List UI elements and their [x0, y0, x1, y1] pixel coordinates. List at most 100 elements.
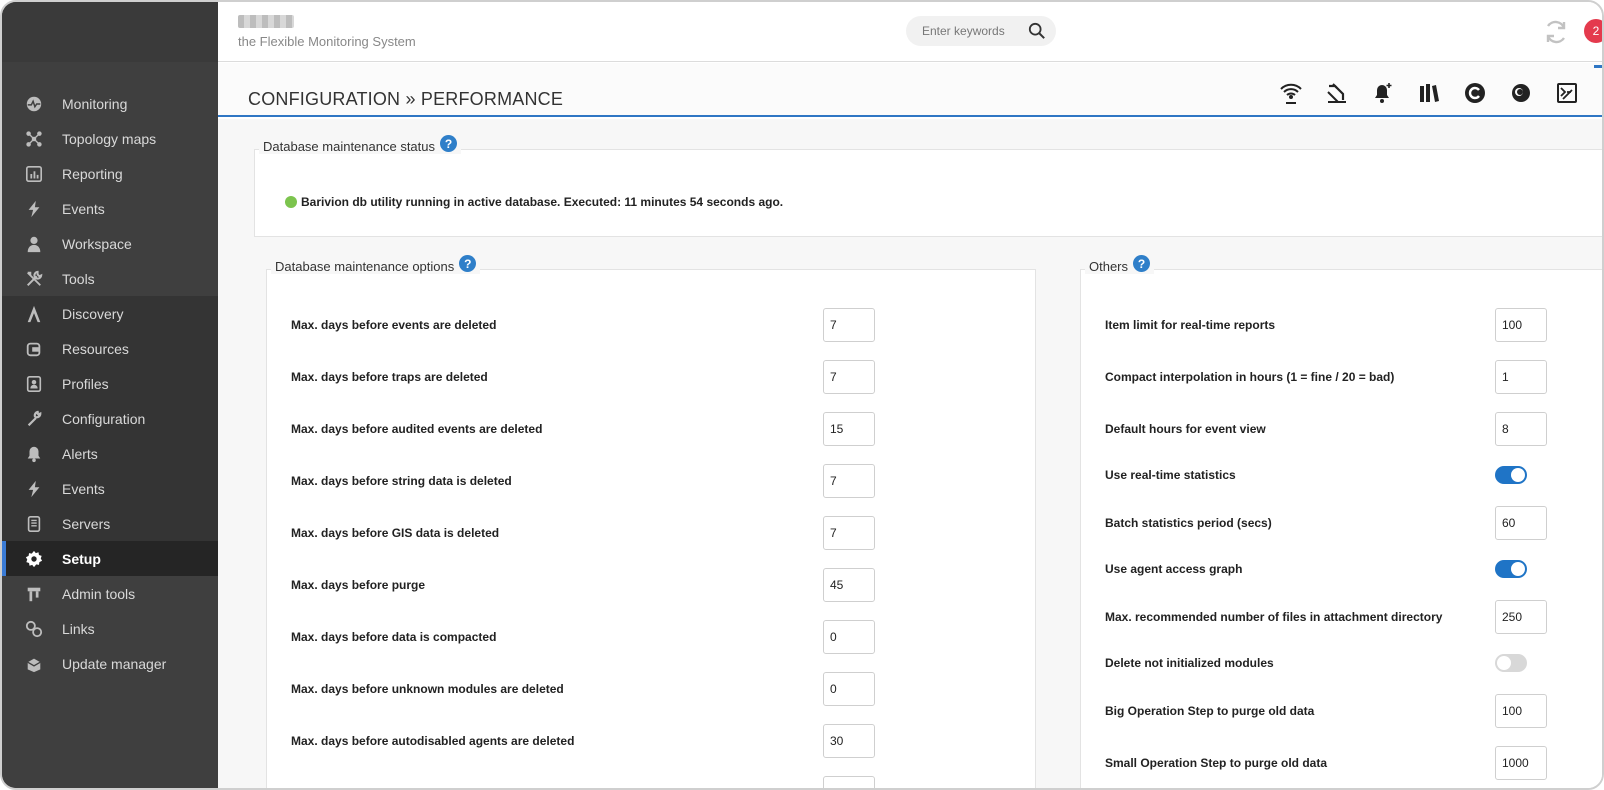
- search-icon[interactable]: [1028, 22, 1046, 40]
- sidebar-item-discovery[interactable]: Discovery: [2, 296, 218, 331]
- default-hours-input[interactable]: [1495, 412, 1547, 446]
- sidebar-item-events[interactable]: Events: [2, 191, 218, 226]
- sidebar-item-label: Reporting: [62, 165, 123, 182]
- accent-line: [1594, 65, 1602, 68]
- db-options-panel: Database maintenance options ? Max. days…: [266, 255, 1036, 788]
- notification-badge[interactable]: 2: [1584, 19, 1602, 43]
- sidebar-item-workspace[interactable]: Workspace: [2, 226, 218, 261]
- brand-tagline: the Flexible Monitoring System: [238, 34, 416, 49]
- sidebar-item-profiles[interactable]: Profiles: [2, 366, 218, 401]
- others-row: Small Operation Step to purge old data: [1081, 746, 1602, 780]
- option-label: Max. days before purge: [291, 578, 426, 592]
- days-traps-input[interactable]: [823, 360, 875, 394]
- sidebar-item-label: Profiles: [62, 375, 109, 392]
- profiles-icon: [22, 372, 46, 396]
- days-audited-events-input[interactable]: [823, 412, 875, 446]
- days-gis-data-input[interactable]: [823, 516, 875, 550]
- contrast-icon[interactable]: [1508, 80, 1534, 106]
- item-limit-input[interactable]: [1495, 308, 1547, 342]
- sidebar-item-admin-tools[interactable]: Admin tools: [2, 576, 218, 611]
- help-icon[interactable]: ?: [459, 255, 477, 272]
- days-compact-input[interactable]: [823, 620, 875, 654]
- option-label: Max. recommended number of files in atta…: [1105, 610, 1443, 624]
- copyright-icon[interactable]: [1462, 80, 1488, 106]
- compact-interpolation-input[interactable]: [1495, 360, 1547, 394]
- others-panel: Others ? Item limit for real-time report…: [1080, 255, 1602, 788]
- section-toolbar: [1278, 80, 1580, 106]
- max-files-input[interactable]: [1495, 600, 1547, 634]
- db-status-panel: Database maintenance status ? Barivion d…: [254, 135, 1602, 237]
- batch-period-input[interactable]: [1495, 506, 1547, 540]
- days-events-input[interactable]: [823, 308, 875, 342]
- satellite-icon[interactable]: [1324, 80, 1350, 106]
- option-row: Max. days before GIS data is deleted: [267, 516, 1035, 550]
- events-icon: [22, 197, 46, 221]
- sidebar-item-label: Alerts: [62, 445, 98, 462]
- sidebar-item-label: Monitoring: [62, 95, 128, 112]
- sidebar-item-label: Links: [62, 620, 95, 637]
- monitoring-icon: [22, 92, 46, 116]
- db-status-line: Barivion db utility running in active da…: [285, 195, 783, 209]
- option-label: Max. days before autodisabled agents are…: [291, 734, 575, 748]
- sidebar-item-monitoring[interactable]: Monitoring: [2, 86, 218, 121]
- days-string-data-input[interactable]: [823, 464, 875, 498]
- wifi-icon[interactable]: [1278, 80, 1304, 106]
- option-label: Max. days before events are deleted: [291, 318, 497, 332]
- others-row: Use real-time statistics: [1081, 458, 1602, 492]
- sidebar-item-label: Servers: [62, 515, 111, 532]
- days-autodisabled-agents-input[interactable]: [823, 724, 875, 758]
- sidebar-item-tools[interactable]: Tools: [2, 261, 218, 296]
- sidebar-item-update-manager[interactable]: Update manager: [2, 646, 218, 681]
- refresh-icon[interactable]: [1542, 18, 1570, 46]
- partial-input[interactable]: [823, 776, 875, 788]
- page-title: CONFIGURATION » PERFORMANCE: [248, 89, 564, 109]
- option-label: Max. days before audited events are dele…: [291, 422, 543, 436]
- others-row: Use agent access graph: [1081, 552, 1602, 586]
- topology-icon: [22, 127, 46, 151]
- agent-access-graph-toggle[interactable]: [1495, 560, 1527, 578]
- search-input[interactable]: [922, 24, 1022, 38]
- page-title-bar: CONFIGURATION » PERFORMANCE: [218, 63, 1602, 117]
- library-icon[interactable]: [1416, 80, 1442, 106]
- help-icon[interactable]: ?: [1133, 255, 1151, 272]
- admin-tools-icon: [22, 582, 46, 606]
- days-unknown-modules-input[interactable]: [823, 672, 875, 706]
- option-row: Max. days before string data is deleted: [267, 464, 1035, 498]
- chart-box-icon[interactable]: [1554, 80, 1580, 106]
- days-purge-input[interactable]: [823, 568, 875, 602]
- db-status-message: Barivion db utility running in active da…: [301, 195, 784, 209]
- status-ok-icon: [285, 196, 297, 208]
- db-options-title: Database maintenance options: [275, 259, 455, 274]
- option-row: Max. days before events are deleted: [267, 308, 1035, 342]
- sidebar: Monitoring Topology maps Reporting Event…: [2, 2, 218, 788]
- toggle-knob: [1511, 468, 1525, 482]
- sidebar-nav: Monitoring Topology maps Reporting Event…: [2, 86, 218, 681]
- brand-logo: [238, 15, 294, 28]
- bell-plus-icon[interactable]: [1370, 80, 1396, 106]
- big-step-input[interactable]: [1495, 694, 1547, 728]
- others-row: Compact interpolation in hours (1 = fine…: [1081, 360, 1602, 394]
- others-row: Default hours for event view: [1081, 412, 1602, 446]
- sidebar-item-label: Configuration: [62, 410, 146, 427]
- help-icon[interactable]: ?: [440, 135, 457, 152]
- sidebar-item-setup[interactable]: Setup: [2, 541, 218, 576]
- option-label: Max. days before data is compacted: [291, 630, 497, 644]
- sidebar-item-resources[interactable]: Resources: [2, 331, 218, 366]
- sidebar-item-configuration[interactable]: Configuration: [2, 401, 218, 436]
- sidebar-item-servers[interactable]: Servers: [2, 506, 218, 541]
- option-label: Use real-time statistics: [1105, 468, 1236, 482]
- sidebar-item-alerts[interactable]: Alerts: [2, 436, 218, 471]
- sidebar-item-label: Update manager: [62, 655, 167, 672]
- delete-uninit-modules-toggle[interactable]: [1495, 654, 1527, 672]
- small-step-input[interactable]: [1495, 746, 1547, 780]
- sidebar-item-links[interactable]: Links: [2, 611, 218, 646]
- sidebar-item-events-2[interactable]: Events: [2, 471, 218, 506]
- tools-icon: [22, 267, 46, 291]
- search-box: [906, 16, 1056, 46]
- sidebar-item-reporting[interactable]: Reporting: [2, 156, 218, 191]
- option-label: Use agent access graph: [1105, 562, 1243, 576]
- sidebar-item-label: Setup: [62, 550, 101, 567]
- realtime-stats-toggle[interactable]: [1495, 466, 1527, 484]
- top-header: the Flexible Monitoring System 2: [218, 2, 1602, 62]
- sidebar-item-topology-maps[interactable]: Topology maps: [2, 121, 218, 156]
